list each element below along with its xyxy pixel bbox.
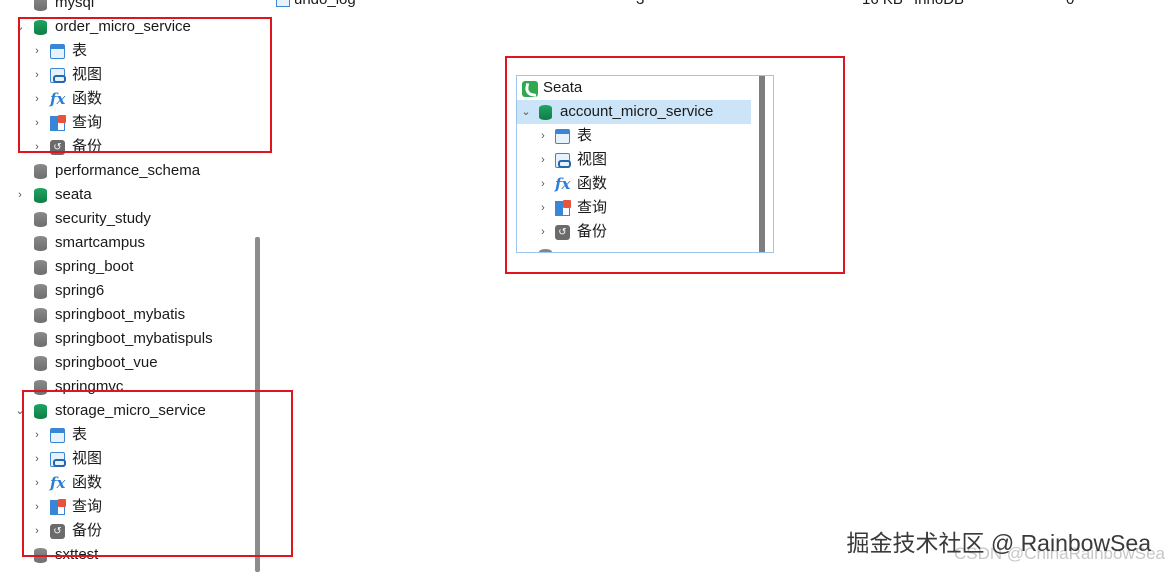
table-icon <box>276 0 290 7</box>
size-cell: 16 KB <box>862 0 903 9</box>
database-icon <box>34 164 47 179</box>
annotation-box-storage <box>22 390 293 557</box>
annotation-box-order <box>18 17 272 153</box>
database-label: performance_schema <box>55 162 201 179</box>
table-row-undo-log[interactable]: undo_log 3 16 KB InnoDB 0 <box>270 0 1169 10</box>
database-label: security_study <box>55 210 151 227</box>
auto-increment-cell: 0 <box>1066 0 1074 9</box>
database-icon <box>34 212 47 227</box>
database-icon <box>34 308 47 323</box>
database-icon <box>34 356 47 371</box>
database-label: seata <box>55 186 92 203</box>
table-name-cell: undo_log <box>294 0 356 9</box>
database-icon <box>34 236 47 251</box>
engine-cell: InnoDB <box>914 0 964 9</box>
database-icon <box>34 260 47 275</box>
database-label: spring6 <box>55 282 105 299</box>
annotation-box-account <box>505 56 845 274</box>
database-label: springboot_mybatis <box>55 306 186 323</box>
database-icon <box>34 284 47 299</box>
database-icon <box>34 188 47 203</box>
database-icon <box>34 0 47 11</box>
database-label: springboot_vue <box>55 354 158 371</box>
database-icon <box>34 332 47 347</box>
chevron-right-icon[interactable]: › <box>14 183 26 207</box>
watermark-juejin: 掘金技术社区 @ RainbowSea <box>846 530 1151 556</box>
database-label: spring_boot <box>55 258 134 275</box>
database-label: springboot_mybatispuls <box>55 330 213 347</box>
database-label: mysql <box>55 0 95 11</box>
database-label: smartcampus <box>55 234 146 251</box>
rows-cell: 3 <box>636 0 644 9</box>
